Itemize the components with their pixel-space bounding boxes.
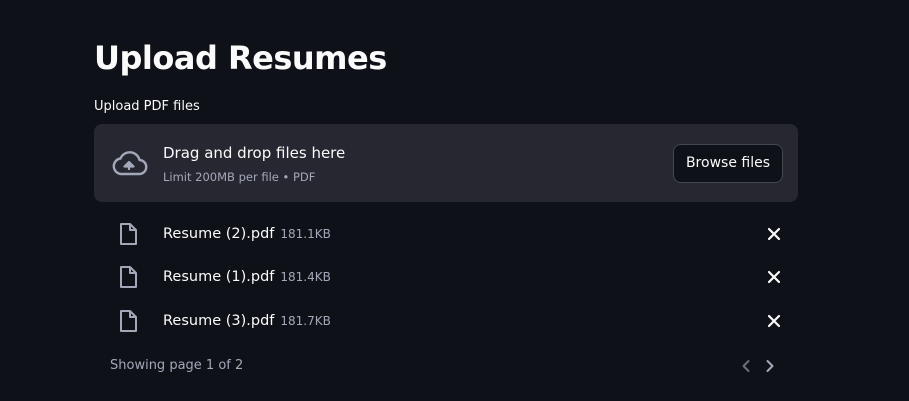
file-name-line: Resume (1).pdf 181.4KB (163, 267, 331, 287)
file-name: Resume (2).pdf (163, 226, 275, 242)
chevron-right-icon (766, 360, 774, 372)
page: Upload Resumes Upload PDF files Drag and… (0, 0, 909, 401)
file-size: 181.7KB (280, 314, 331, 328)
dropzone-limit: Limit 200MB per file • PDF (163, 170, 316, 184)
file-row: Resume (2).pdf 181.1KB (94, 216, 798, 252)
file-dropzone[interactable]: Drag and drop files here Limit 200MB per… (94, 124, 798, 202)
browse-files-button[interactable]: Browse files (672, 144, 783, 183)
file-row: Resume (3).pdf 181.7KB (94, 303, 798, 339)
file-icon (118, 309, 138, 333)
file-name-line: Resume (2).pdf 181.1KB (163, 224, 331, 244)
previous-page-button[interactable] (736, 356, 756, 376)
file-name-line: Resume (3).pdf 181.7KB (163, 311, 331, 331)
file-icon (118, 265, 138, 289)
chevron-left-icon (742, 360, 750, 372)
file-size: 181.4KB (280, 270, 331, 284)
file-row: Resume (1).pdf 181.4KB (94, 259, 798, 295)
file-icon (118, 222, 138, 246)
close-icon (767, 227, 781, 241)
file-name: Resume (1).pdf (163, 269, 275, 285)
uploader-label: Upload PDF files (94, 99, 200, 114)
next-page-button[interactable] (760, 356, 780, 376)
file-name: Resume (3).pdf (163, 313, 275, 329)
remove-file-button[interactable] (762, 309, 786, 333)
dropzone-instructions: Drag and drop files here (163, 144, 346, 162)
remove-file-button[interactable] (762, 265, 786, 289)
cloud-upload-icon (110, 148, 148, 178)
page-title: Upload Resumes (94, 39, 387, 77)
close-icon (767, 314, 781, 328)
remove-file-button[interactable] (762, 222, 786, 246)
close-icon (767, 270, 781, 284)
pagination-status: Showing page 1 of 2 (110, 358, 244, 373)
file-size: 181.1KB (280, 227, 331, 241)
